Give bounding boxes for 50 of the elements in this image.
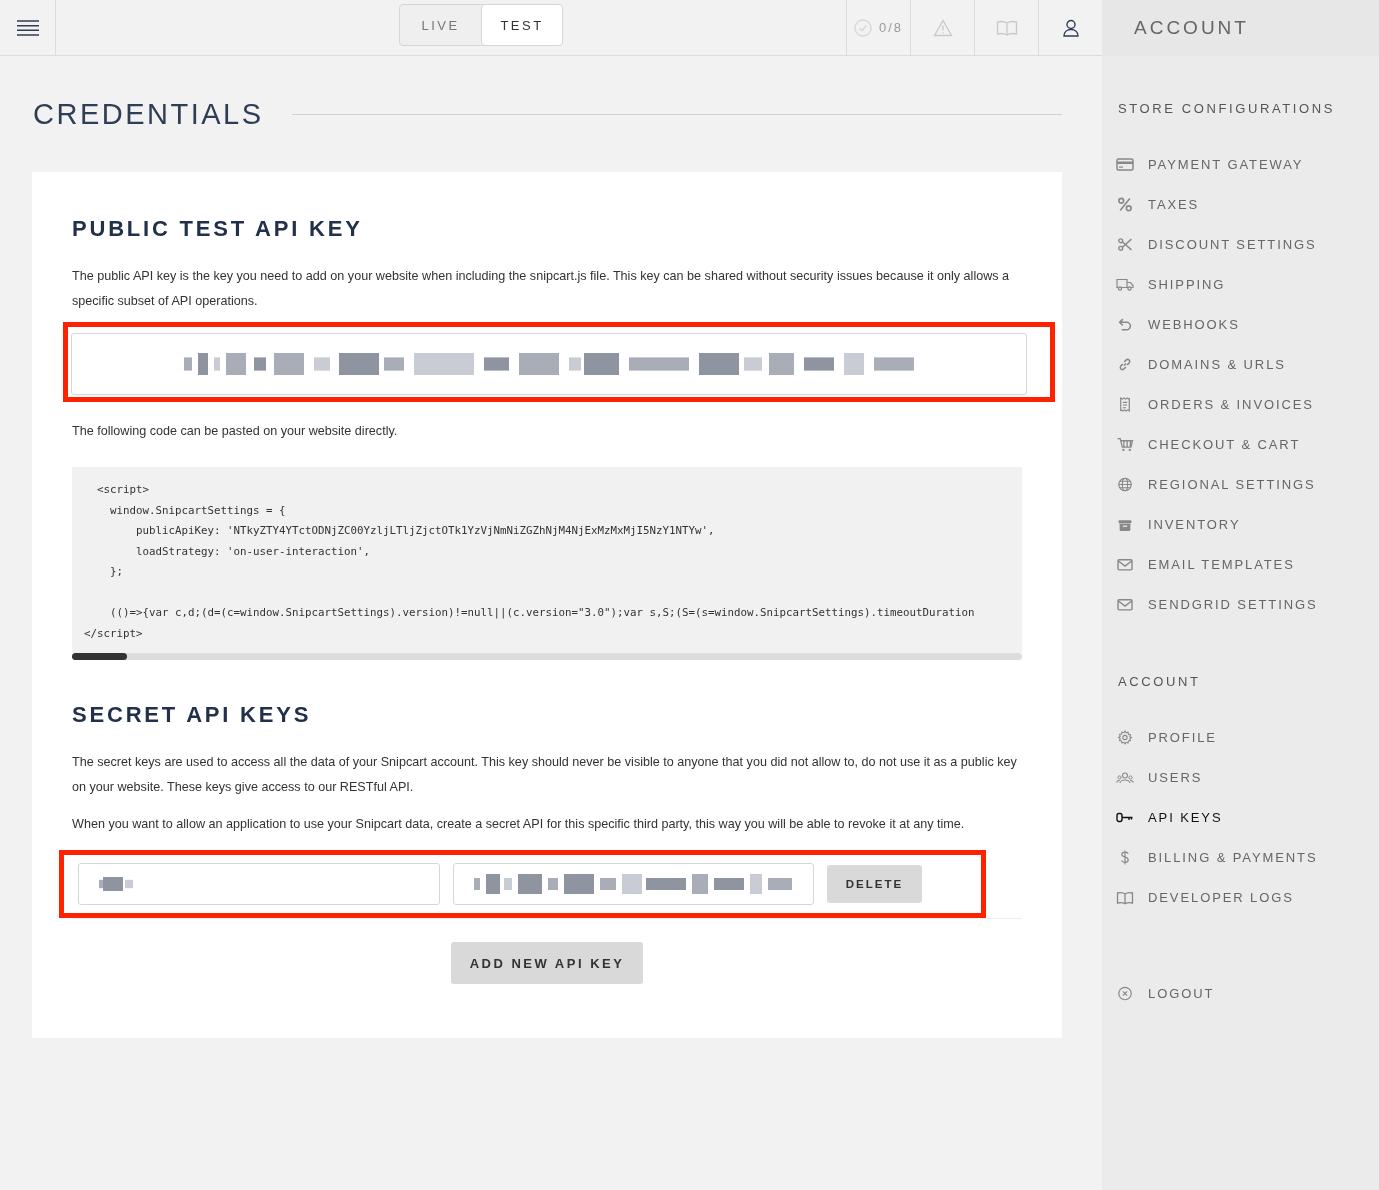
add-api-key-button[interactable]: ADD NEW API KEY xyxy=(451,942,643,984)
section-title: PUBLIC TEST API KEY xyxy=(72,216,364,242)
check-circle-icon xyxy=(853,18,872,37)
checklist-button[interactable]: 0/8 xyxy=(846,0,910,55)
code-line: </script> xyxy=(84,625,143,642)
code-line: loadStrategy: 'on-user-interaction', xyxy=(135,543,370,560)
mode-tab[interactable]: LIVE xyxy=(400,5,481,45)
logout-link[interactable]: LOGOUT xyxy=(1116,969,1379,1018)
globe-icon xyxy=(1116,477,1134,492)
open-book-icon xyxy=(1116,890,1134,905)
section-heading: ACCOUNT xyxy=(1117,673,1202,689)
truck-icon xyxy=(1116,277,1134,292)
open-book-icon xyxy=(995,19,1018,36)
scissors-icon xyxy=(1116,237,1134,252)
redacted-text-drawing xyxy=(99,877,133,891)
scrollbar[interactable] xyxy=(72,653,1022,660)
description-text: The secret keys are used to access all the data of your Snipcart account. This key should never be visible to anyone that you did not allow to, do not use it as a public key on your website. These keys give access to our RESTful API. xyxy=(72,754,1018,796)
users-icon xyxy=(1116,770,1134,785)
envelope-icon xyxy=(1116,557,1134,572)
gear-icon xyxy=(1116,730,1134,745)
scrollbar-thumb[interactable] xyxy=(72,653,127,660)
cart-icon xyxy=(1116,437,1134,452)
code-line: }; xyxy=(109,564,123,580)
sidebar-title: ACCOUNT xyxy=(1134,17,1249,39)
key-name-field[interactable] xyxy=(78,863,440,905)
code-line: publicApiKey: 'NTkyZTY4YTctODNjZC00YzljLTljZjctOTk1YzVjNmNiZGZhNjM4NjExMzMxMjI5NzY1NTYw', xyxy=(135,523,715,539)
code-line: (()=>{var c,d;(d=(c=window.SnipcartSettings).version)!=null||(c.version="3.0");var s,S;(S=(s=window.SnipcartSettings).timeoutDuration xyxy=(109,605,975,621)
box-icon xyxy=(1116,517,1134,532)
undo-arrow-icon xyxy=(1116,317,1134,332)
description-text: The public API key is the key you need to add on your website when including the snipcart.js file. This key can be shared without security issues because it only allows a specific subset of API operations. xyxy=(72,268,1011,310)
key-icon xyxy=(1116,810,1134,825)
section-title: SECRET API KEYS xyxy=(72,702,313,728)
warning-icon xyxy=(932,18,953,37)
delete-button[interactable]: DELETE xyxy=(827,865,922,903)
envelope-icon xyxy=(1116,597,1134,612)
secret-key-field[interactable] xyxy=(453,863,814,905)
code-line: window.SnipcartSettings = { xyxy=(109,502,286,519)
description-text: When you want to allow an application to use your Snipcart data, create a secret API for this specific third party, this way you will be able to revoke it at any time. xyxy=(72,816,966,833)
percent-icon xyxy=(1116,197,1134,212)
link-icon xyxy=(1116,357,1134,372)
code-line: <script> xyxy=(96,482,149,498)
section-heading: STORE CONFIGURATIONS xyxy=(1117,100,1336,116)
credit-card-icon xyxy=(1116,157,1134,172)
close-circle-icon xyxy=(1116,986,1134,1001)
page-title: CREDENTIALS xyxy=(33,97,264,131)
user-icon xyxy=(1061,18,1080,37)
api-key-field[interactable] xyxy=(71,333,1027,395)
mode-tab[interactable]: TEST xyxy=(481,5,562,45)
description-text: The following code can be pasted on your website directly. xyxy=(72,423,399,440)
menu-icon xyxy=(16,19,39,36)
